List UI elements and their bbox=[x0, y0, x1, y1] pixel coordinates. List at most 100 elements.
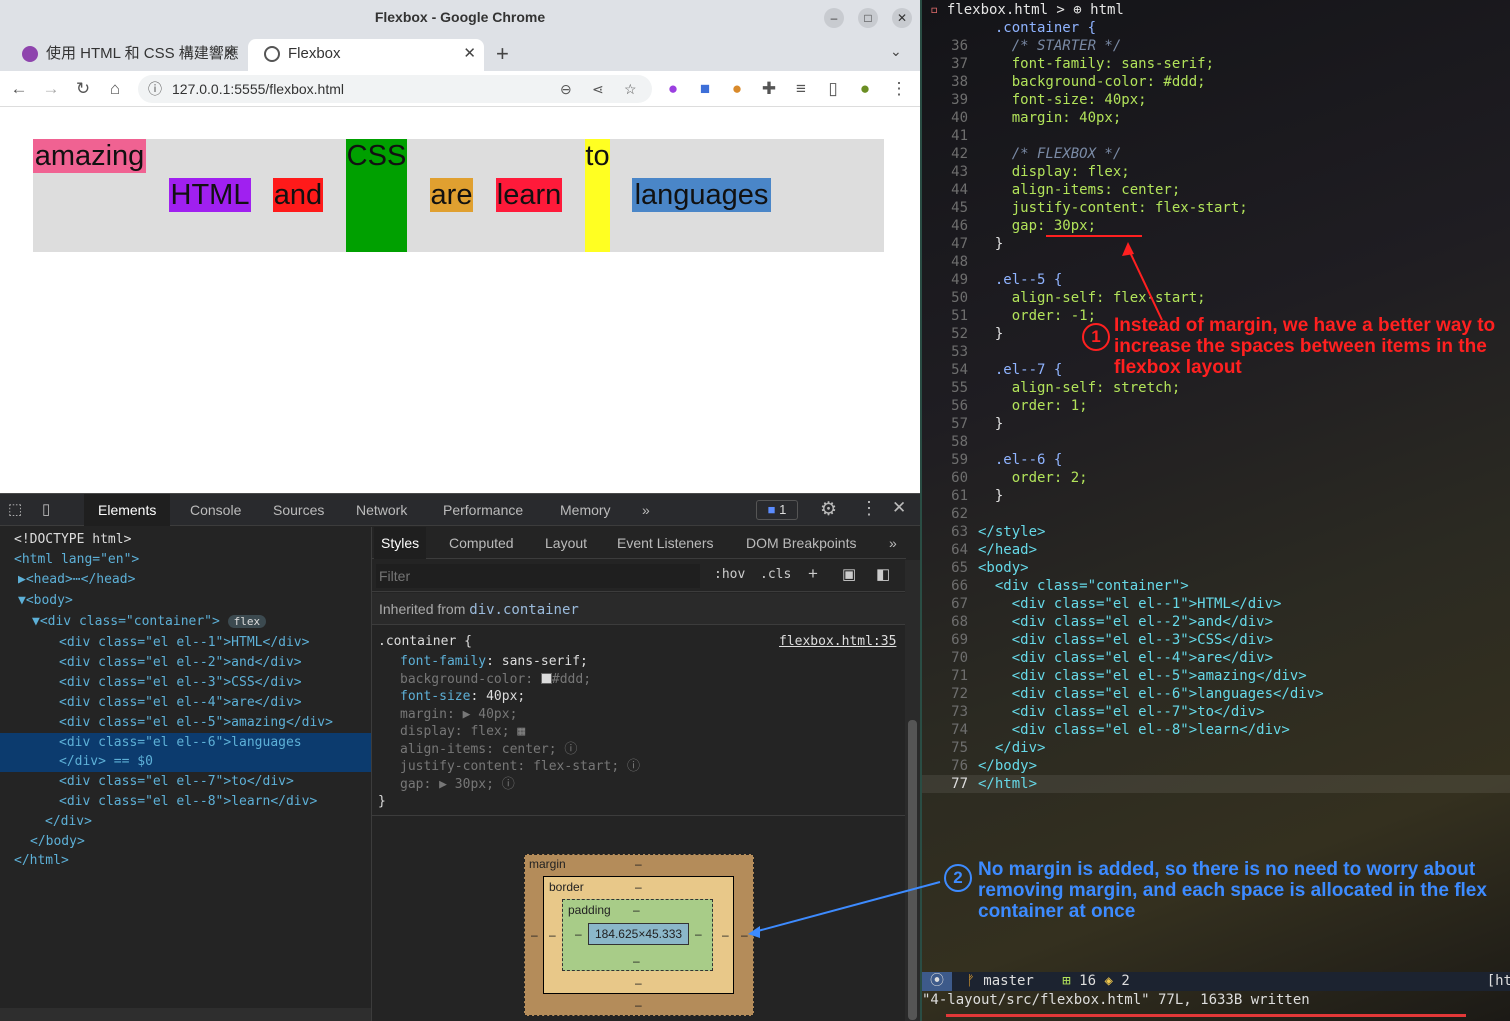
styles-tabbar: Styles Computed Layout Event Listeners D… bbox=[372, 527, 906, 559]
flex-editor-icon[interactable]: ▦ bbox=[517, 724, 525, 739]
css-prop[interactable]: align-items: center; ⓘ bbox=[400, 741, 577, 759]
tab-label: 使用 HTML 和 CSS 構建響應 bbox=[46, 45, 239, 62]
inherited-link[interactable]: div.container bbox=[469, 602, 579, 618]
tab-sources[interactable]: Sources bbox=[259, 494, 338, 526]
bookmark-star-icon[interactable]: ☆ bbox=[624, 75, 637, 103]
css-prop[interactable]: gap: ▶ 30px; ⓘ bbox=[400, 776, 515, 794]
horizontal-scrollbar[interactable] bbox=[0, 1008, 371, 1021]
media-icon[interactable]: ≡ bbox=[788, 76, 814, 102]
extensions-puzzle-icon[interactable]: ✚ bbox=[756, 76, 782, 102]
menu-icon[interactable]: ⋮ bbox=[886, 76, 912, 102]
tab-close-icon[interactable]: ✕ bbox=[463, 39, 476, 69]
minimize-button[interactable]: – bbox=[824, 8, 844, 28]
new-tab-button[interactable]: + bbox=[496, 41, 509, 67]
boxmodel-padding[interactable]: padding – – – – 184.625×45.333 bbox=[562, 899, 713, 971]
more-tabs-button[interactable]: » bbox=[628, 494, 664, 526]
close-devtools-icon[interactable]: ✕ bbox=[892, 498, 906, 518]
vertical-scrollbar[interactable] bbox=[905, 560, 920, 1021]
css-prop[interactable]: justify-content: flex-start; ⓘ bbox=[400, 758, 640, 776]
message-line: "4-layout/src/flexbox.html" 77L, 1633B w… bbox=[922, 992, 1310, 1008]
extension-icon[interactable]: ● bbox=[660, 76, 686, 102]
dom-node[interactable]: <div class="el el--8">learn</div> bbox=[0, 792, 317, 812]
flex-badge[interactable]: flex bbox=[227, 615, 267, 628]
device-toggle-icon[interactable]: ▯ bbox=[42, 500, 50, 518]
diff-added-icon: ⊞ bbox=[1062, 973, 1071, 989]
cls-toggle[interactable]: .cls bbox=[760, 567, 791, 582]
tab-elements[interactable]: Elements bbox=[84, 494, 171, 526]
hov-toggle[interactable]: :hov bbox=[714, 567, 745, 582]
dom-node[interactable]: <div class="el el--1">HTML</div> bbox=[0, 633, 309, 653]
tab-console[interactable]: Console bbox=[176, 494, 255, 526]
css-prop[interactable]: background-color: #ddd; bbox=[400, 671, 591, 689]
boxmodel-content[interactable]: 184.625×45.333 bbox=[588, 923, 689, 945]
tab-flexbox[interactable]: Flexbox ✕ bbox=[248, 39, 484, 71]
cookie-icon[interactable]: ● bbox=[724, 76, 750, 102]
css-prop[interactable]: font-family: sans-serif; bbox=[400, 653, 588, 671]
tab-performance[interactable]: Performance bbox=[429, 494, 537, 526]
dom-node[interactable]: <div class="el el--5">amazing</div> bbox=[0, 713, 333, 733]
back-icon[interactable]: ← bbox=[6, 76, 32, 102]
maximize-button[interactable]: □ bbox=[858, 8, 878, 28]
dom-node[interactable]: <div class="el el--7">to</div> bbox=[0, 772, 294, 792]
info-icon[interactable]: ⓘ bbox=[564, 742, 577, 757]
tab-styles[interactable]: Styles bbox=[374, 527, 427, 559]
filter-input[interactable] bbox=[376, 564, 700, 588]
tab-layout[interactable]: Layout bbox=[538, 527, 594, 559]
share-icon[interactable]: ⋖ bbox=[592, 75, 604, 103]
side-panel-icon[interactable]: ▯ bbox=[820, 76, 846, 102]
css-prop[interactable]: font-size: 40px; bbox=[400, 688, 525, 706]
dom-node-selected[interactable]: <div class="el el--6">languages bbox=[0, 733, 371, 753]
reload-icon[interactable]: ↻ bbox=[70, 76, 96, 102]
dom-node[interactable]: ▼<body> bbox=[0, 591, 73, 611]
settings-gear-icon[interactable]: ⚙ bbox=[820, 498, 837, 521]
address-bar[interactable]: ⓘ 127.0.0.1:5555/flexbox.html ⊖ ⋖ ☆ bbox=[138, 75, 652, 103]
inspect-element-icon[interactable]: ⬚ bbox=[8, 500, 22, 518]
dom-node[interactable]: ▶<head>⋯</head> bbox=[0, 570, 135, 590]
info-icon[interactable]: ⓘ bbox=[148, 75, 162, 103]
tab-label: Flexbox bbox=[288, 45, 341, 62]
tab-strip: 使用 HTML 和 CSS 構建響應 ✕ Flexbox ✕ + ⌄ bbox=[0, 35, 920, 71]
paint-icon[interactable]: ▣ bbox=[842, 565, 856, 583]
css-prop[interactable]: margin: ▶ 40px; bbox=[400, 706, 517, 724]
rule-source-link[interactable]: flexbox.html:35 bbox=[779, 633, 896, 651]
tab-network[interactable]: Network bbox=[342, 494, 421, 526]
translate-icon[interactable]: ■ bbox=[692, 76, 718, 102]
dom-node[interactable]: <html lang="en"> bbox=[0, 550, 139, 570]
dom-node[interactable]: </body> bbox=[0, 832, 85, 852]
tab-close-icon[interactable]: ✕ bbox=[223, 39, 236, 69]
more-styles-tabs[interactable]: » bbox=[882, 527, 904, 559]
flex-item-to: to bbox=[585, 139, 610, 252]
new-rule-icon[interactable]: + bbox=[808, 564, 818, 584]
color-swatch[interactable] bbox=[540, 673, 552, 684]
boxmodel-border[interactable]: border – – – – padding – – – – 184.625×4… bbox=[543, 876, 734, 994]
dom-node[interactable]: <div class="el el--4">are</div> bbox=[0, 693, 302, 713]
avatar[interactable]: ● bbox=[852, 76, 878, 102]
zoom-icon[interactable]: ⊖ bbox=[560, 75, 572, 103]
site-icon bbox=[22, 46, 38, 62]
forward-icon[interactable]: → bbox=[38, 76, 64, 102]
close-window-button[interactable]: ✕ bbox=[892, 8, 912, 28]
dom-node-selected[interactable]: </div> == $0 bbox=[0, 752, 371, 772]
tab-dom-breakpoints[interactable]: DOM Breakpoints bbox=[739, 527, 863, 559]
toggle-sidebar-icon[interactable]: ◧ bbox=[876, 565, 890, 583]
dom-node[interactable]: <!DOCTYPE html> bbox=[0, 530, 131, 550]
css-prop[interactable]: display: flex; ▦ bbox=[400, 723, 525, 741]
window-title: Flexbox - Google Chrome bbox=[0, 0, 920, 35]
tab-event-listeners[interactable]: Event Listeners bbox=[610, 527, 721, 559]
dom-node[interactable]: <div class="el el--2">and</div> bbox=[0, 653, 302, 673]
devtools-menu-icon[interactable]: ⋮ bbox=[860, 498, 878, 519]
issues-badge[interactable]: ■ 1 bbox=[756, 500, 798, 520]
home-icon[interactable]: ⌂ bbox=[102, 76, 128, 102]
tab-computed[interactable]: Computed bbox=[442, 527, 521, 559]
dom-node[interactable]: </div> bbox=[0, 812, 92, 832]
boxmodel-margin[interactable]: margin – – – – border – – – – padding – … bbox=[524, 854, 754, 1016]
info-icon[interactable]: ⓘ bbox=[502, 777, 515, 792]
info-icon[interactable]: ⓘ bbox=[627, 759, 640, 774]
dom-node[interactable]: ▼<div class="container"> flex bbox=[0, 612, 267, 632]
dom-node[interactable]: <div class="el el--3">CSS</div> bbox=[0, 673, 302, 693]
flex-item-css: CSS bbox=[346, 139, 407, 252]
tab-search-icon[interactable]: ⌄ bbox=[890, 43, 902, 60]
dom-node[interactable]: </html> bbox=[0, 851, 69, 871]
tab-memory[interactable]: Memory bbox=[546, 494, 625, 526]
tab-other[interactable]: 使用 HTML 和 CSS 構建響應 ✕ bbox=[6, 39, 244, 71]
